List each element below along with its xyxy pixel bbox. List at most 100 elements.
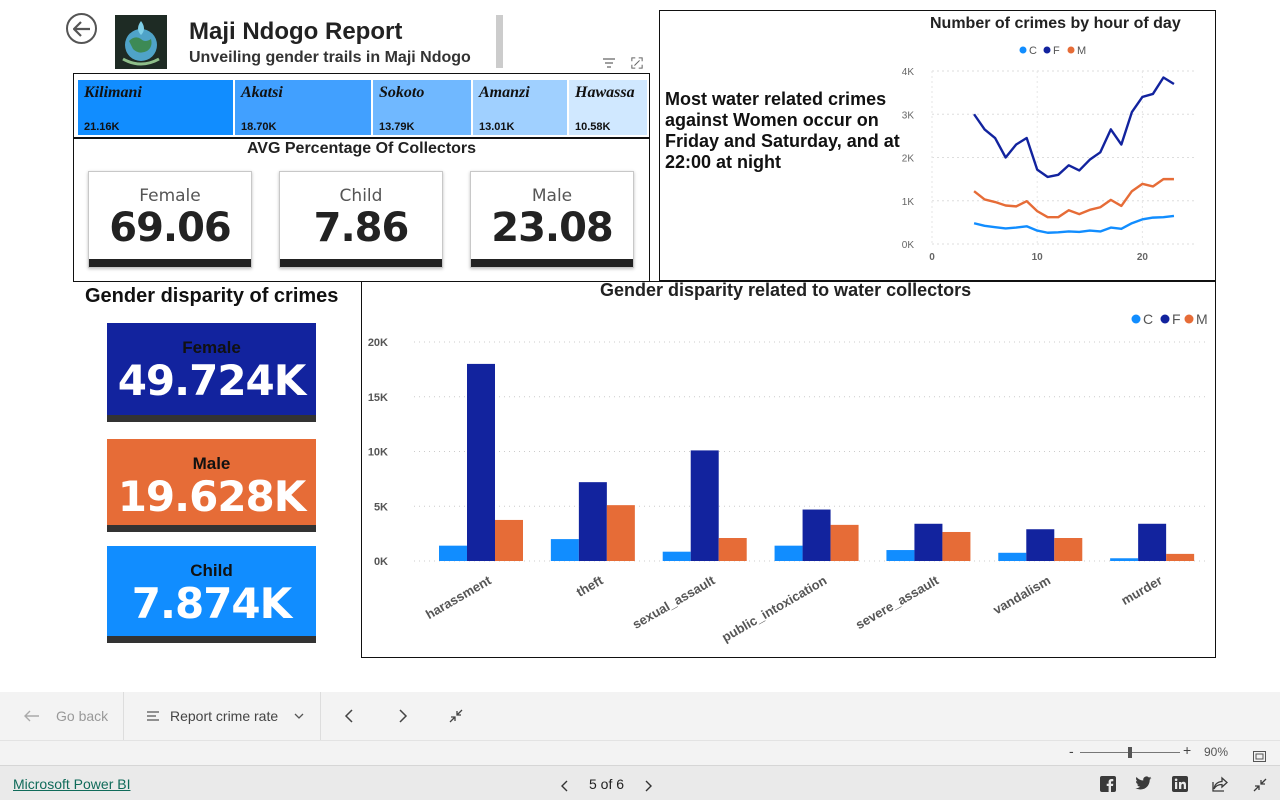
zoom-percentage: 90% (1204, 745, 1229, 759)
powerbi-brand-link[interactable]: Microsoft Power BI (13, 776, 130, 792)
card-value: 7.86 (313, 205, 410, 251)
bar-chart-title: Gender disparity related to water collec… (600, 280, 972, 300)
treemap-tile-value: 13.79K (379, 121, 415, 133)
treemap-tile-name: Hawassa (575, 84, 635, 101)
toolbar-divider (123, 692, 124, 740)
arrow-left-icon (24, 710, 39, 722)
page-select-dropdown[interactable]: Report crime rate (146, 692, 304, 740)
kpi-card-child[interactable]: Child 7.874K (107, 546, 316, 643)
x-tick-label: theft (574, 572, 606, 599)
chevron-down-icon (294, 713, 304, 719)
arrow-left-icon (72, 20, 90, 37)
legend-marker (1131, 314, 1141, 324)
footer-prev-page-button[interactable] (560, 777, 568, 796)
treemap-tile-name: Amanzi (479, 84, 530, 101)
treemap-tile[interactable]: Sokoto 13.79K (373, 80, 473, 135)
kpi-underline (107, 636, 316, 643)
back-arrow-button[interactable] (66, 13, 97, 44)
powerbi-footer: Microsoft Power BI 5 of 6 (0, 765, 1280, 800)
avg-collectors-panel: AVG Percentage Of Collectors Female 69.0… (73, 138, 650, 282)
bar-F (467, 363, 495, 561)
legend-label: F (1172, 311, 1181, 327)
kpi-card-female[interactable]: Female 49.724K (107, 323, 316, 422)
bar-F (690, 450, 719, 561)
bar-M (1166, 553, 1195, 561)
crimes-by-hour-chart[interactable]: C F M 0K 1K 2K 3K 4K 0 10 20 (895, 38, 1213, 266)
next-page-button[interactable] (398, 692, 408, 740)
toolbar-divider (320, 692, 321, 740)
zoom-in-button[interactable]: + (1183, 742, 1191, 758)
legend-marker (1019, 46, 1027, 54)
exit-fullscreen-button[interactable] (449, 692, 463, 740)
previous-page-button[interactable] (344, 692, 354, 740)
filter-icon[interactable] (602, 54, 616, 73)
go-back-button[interactable]: Go back (24, 692, 108, 740)
report-subtitle: Unveiling gender trails in Maji Ndogo (189, 49, 471, 66)
report-title: Maji Ndogo Report (189, 18, 403, 45)
kpi-value: 19.628K (117, 472, 307, 521)
report-logo (115, 15, 167, 69)
kpi-label: Male (192, 454, 231, 473)
legend-label: M (1196, 311, 1208, 327)
y-tick-label: 1K (902, 197, 915, 208)
zoom-out-button[interactable]: - (1069, 743, 1074, 759)
x-tick-label: public_intoxication (719, 573, 829, 645)
bar-F (1138, 523, 1167, 561)
list-icon (147, 711, 159, 721)
page-select-label: Report crime rate (170, 708, 279, 724)
legend-marker (1043, 46, 1051, 54)
treemap-tile-name: Akatsi (241, 84, 283, 101)
bar-F (802, 509, 831, 561)
treemap-tile[interactable]: Amanzi 13.01K (473, 80, 569, 135)
avg-card-male[interactable]: Male 23.08 (470, 171, 634, 268)
twitter-share-icon[interactable] (1135, 776, 1152, 795)
x-tick-label: 10 (1032, 252, 1044, 263)
bar-M (1054, 538, 1083, 561)
treemap-tile-value: 13.01K (479, 121, 515, 133)
fit-to-page-icon[interactable] (1253, 747, 1266, 766)
exit-fullscreen-icon[interactable] (1253, 777, 1267, 796)
series-line-C (973, 214, 1175, 234)
kpi-card-male[interactable]: Male 19.628K (107, 439, 316, 532)
chevron-right-icon (645, 780, 652, 792)
gender-disparity-bar-chart[interactable]: C F M 0K 5K 10K 15K 20K harassment theft sexual_as… (362, 305, 1214, 655)
card-label: Male (531, 186, 573, 206)
y-tick-label: 0K (902, 240, 915, 251)
treemap-tile-value: 18.70K (241, 121, 277, 133)
series-line-M (973, 177, 1174, 219)
avg-card-female[interactable]: Female 69.06 (88, 171, 252, 268)
facebook-share-icon[interactable] (1100, 776, 1116, 796)
x-tick-label: 20 (1137, 252, 1149, 263)
treemap-tile[interactable]: Kilimani 21.16K (78, 80, 235, 135)
kpi-value: 49.724K (117, 356, 307, 405)
bar-C (1110, 558, 1139, 561)
focus-mode-icon[interactable] (630, 54, 644, 73)
legend-label: C (1029, 45, 1037, 57)
kpi-label: Female (182, 338, 241, 357)
y-tick-label: 2K (902, 154, 915, 165)
legend-label: F (1053, 45, 1060, 57)
bar-M (718, 538, 747, 561)
treemap-tile[interactable]: Akatsi 18.70K (235, 80, 373, 135)
bar-C (998, 552, 1027, 561)
go-back-label: Go back (56, 708, 109, 724)
card-value: 23.08 (491, 205, 614, 251)
treemap-tile[interactable]: Hawassa 10.58K (569, 80, 647, 135)
y-tick-label: 20K (368, 337, 388, 349)
share-icon[interactable] (1212, 776, 1228, 796)
title-decoration-bar (496, 15, 503, 68)
avg-card-child[interactable]: Child 7.86 (279, 171, 443, 268)
series-line-F (973, 76, 1175, 179)
zoom-slider-thumb[interactable] (1128, 747, 1132, 758)
bar-C (439, 545, 467, 561)
card-label: Child (339, 186, 383, 206)
footer-next-page-button[interactable] (645, 777, 653, 796)
kpi-underline (107, 525, 316, 532)
y-tick-label: 0K (374, 556, 388, 568)
linkedin-share-icon[interactable] (1172, 776, 1188, 796)
legend-marker (1184, 314, 1194, 324)
y-tick-label: 5K (374, 501, 388, 513)
legend-label: C (1143, 311, 1153, 327)
zoom-bar: - + 90% (0, 740, 1280, 765)
card-underline (89, 259, 251, 267)
